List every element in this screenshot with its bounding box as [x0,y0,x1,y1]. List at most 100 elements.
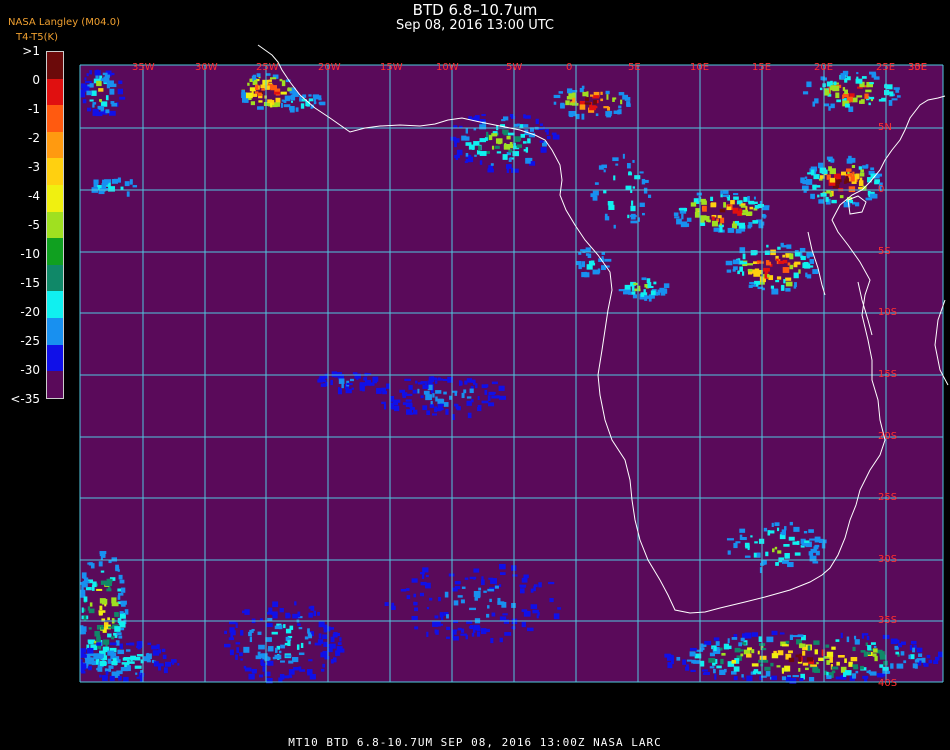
cloud-pixel [766,244,769,248]
cloud-pixel [119,579,125,584]
cloud-pixel [754,205,760,209]
cloud-pixel [721,652,726,656]
cloud-pixel [826,660,830,665]
cloud-pixel [94,70,101,76]
cloud-pixel [757,650,760,655]
cloud-pixel [926,654,931,659]
cloud-pixel [696,192,702,196]
cloud-pixel [460,381,463,386]
cloud-pixel [807,172,813,175]
cloud-pixel [690,669,696,673]
cloud-pixel [865,89,872,93]
cloud-pixel [881,673,886,676]
cloud-pixel [867,651,871,655]
cloud-pixel [813,640,820,645]
cloud-pixel [788,650,793,654]
cloud-pixel [312,94,320,97]
cloud-pixel [751,649,755,654]
cloud-pixel [895,651,900,655]
cloud-pixel [900,651,905,656]
cloud-pixel [631,291,636,295]
cloud-pixel [300,642,304,649]
lon-tick-label: 10W [436,62,459,73]
cloud-pixel [506,135,511,140]
cloud-pixel [840,632,843,639]
cloud-pixel [713,637,720,641]
cloud-pixel [177,663,180,666]
cloud-pixel [741,674,744,678]
cloud-pixel [613,224,616,229]
cloud-pixel [806,81,812,88]
cloud-pixel [749,206,754,210]
cloud-pixel [521,621,526,628]
lon-tick-label: 15E [752,62,771,73]
lon-tick-label: 35W [132,62,155,73]
cloud-pixel [709,666,715,669]
cloud-pixel [746,675,753,682]
cloud-pixel [746,653,752,658]
cloud-pixel [109,88,115,95]
cloud-pixel [486,131,489,138]
cloud-pixel [867,645,872,651]
cloud-pixel [271,631,278,635]
cloud-pixel [143,658,151,662]
cloud-pixel [802,91,809,95]
cloud-pixel [842,94,845,99]
cloud-pixel [846,76,851,81]
cloud-pixel [856,95,863,98]
cloud-pixel [372,376,379,382]
cloud-pixel [816,185,821,188]
cloud-pixel [807,645,811,652]
cloud-pixel [104,604,107,607]
cloud-pixel [483,628,490,633]
cloud-pixel [771,653,779,659]
cloud-pixel [539,140,544,143]
cloud-pixel [873,648,878,653]
cloud-pixel [132,185,138,188]
cloud-pixel [743,196,747,202]
cloud-pixel [777,246,781,250]
cloud-pixel [80,671,86,674]
cloud-pixel [92,102,97,105]
cloud-pixel [830,103,835,109]
cloud-pixel [612,97,615,102]
cloud-pixel [239,652,243,657]
cloud-pixel [490,637,494,644]
cloud-pixel [753,271,760,277]
cloud-pixel [445,408,449,415]
cloud-pixel [584,272,590,278]
cloud-pixel [711,220,718,227]
cloud-pixel [126,191,130,197]
cloud-pixel [591,105,598,109]
cloud-pixel [83,615,87,621]
cloud-pixel [700,215,707,221]
cloud-pixel [257,106,264,110]
cloud-pixel [351,387,354,390]
cloud-pixel [615,163,619,166]
cloud-pixel [267,617,273,621]
cloud-pixel [525,115,531,119]
cloud-pixel [100,627,104,630]
cloud-pixel [848,186,856,193]
cloud-pixel [496,151,502,154]
cloud-pixel [730,200,735,205]
cloud-pixel [526,157,533,162]
cloud-pixel [249,636,253,643]
cloud-pixel [758,222,764,229]
cloud-pixel [521,577,528,583]
cloud-pixel [608,204,615,210]
cloud-pixel [91,90,97,96]
cloud-pixel [95,112,103,117]
cloud-pixel [860,169,864,173]
cloud-pixel [454,581,461,585]
cloud-pixel [884,90,890,96]
cloud-pixel [826,81,831,87]
cloud-pixel [934,656,940,661]
cloud-pixel [469,607,477,611]
cloud-pixel [802,179,807,185]
cloud-pixel [604,258,612,262]
cloud-pixel [409,412,414,415]
cloud-pixel [230,632,233,638]
cloud-pixel [434,615,439,619]
cloud-pixel [255,84,259,91]
